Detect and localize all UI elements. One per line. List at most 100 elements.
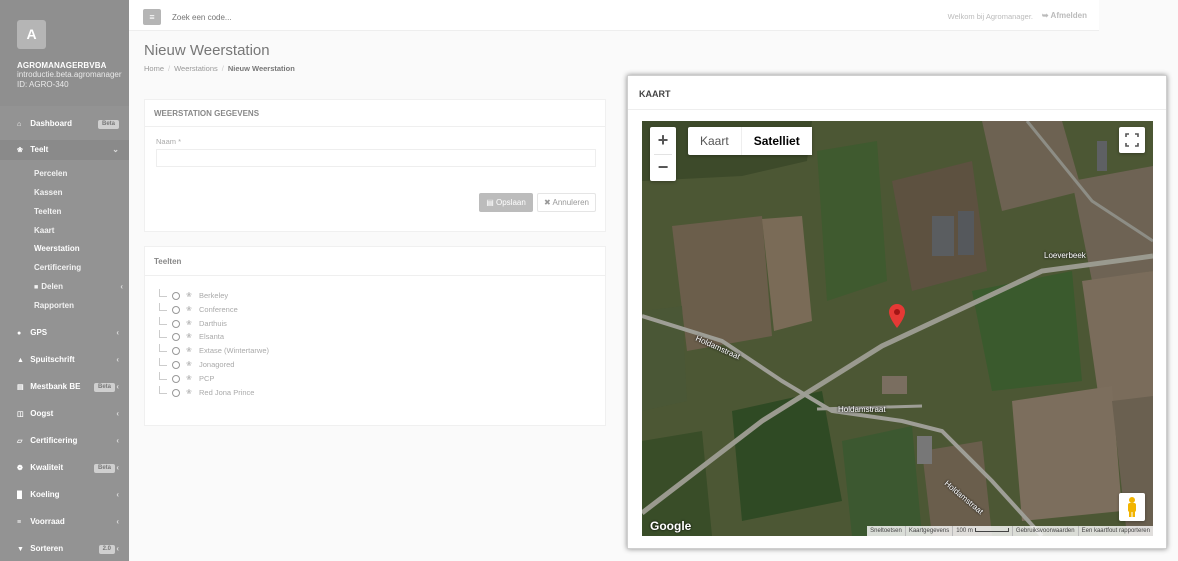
sidebar-item-label: Mestbank BE bbox=[30, 382, 81, 391]
report-error-link[interactable]: Een kaartfout rapporteren bbox=[1077, 526, 1153, 536]
sidebar-item-certificering[interactable]: ▱ Certificering ‹ bbox=[0, 431, 129, 451]
sidebar-subitem-percelen[interactable]: Percelen bbox=[0, 164, 129, 183]
radio-button[interactable] bbox=[172, 305, 180, 314]
save-button[interactable]: ▤ Opslaan bbox=[479, 193, 533, 212]
radio-button[interactable] bbox=[172, 333, 180, 342]
sidebar-subitem-weerstation[interactable]: Weerstation bbox=[0, 239, 129, 258]
sidebar: A AGROMANAGERBVBA introductie.beta.agrom… bbox=[0, 0, 129, 561]
list-icon: ≡ bbox=[17, 519, 22, 526]
filter-icon: ▼ bbox=[17, 546, 24, 553]
cancel-button[interactable]: ✖ Annuleren bbox=[537, 193, 596, 212]
basket-icon: ◫ bbox=[17, 411, 24, 418]
breadcrumb: Home / Weerstations / Nieuw Weerstation bbox=[144, 64, 295, 73]
save-icon: ▤ bbox=[486, 198, 494, 207]
fullscreen-button[interactable] bbox=[1119, 127, 1145, 153]
chevron-left-icon: ‹ bbox=[120, 282, 123, 291]
map-attribution: Sneltoetsen Kaartgegevens 100 m Gebruiks… bbox=[867, 526, 1153, 536]
sidebar-item-label: Oogst bbox=[30, 409, 54, 418]
scale-bar[interactable]: 100 m bbox=[952, 526, 1012, 536]
map-type-satelliet-button[interactable]: Satelliet bbox=[740, 127, 812, 155]
search-input[interactable] bbox=[172, 13, 372, 22]
sidebar-item-sorteren[interactable]: ▼ Sorteren 2.0 ‹ bbox=[0, 539, 129, 559]
zoom-control: + − bbox=[650, 127, 676, 181]
leaf-icon: ❀ bbox=[186, 319, 192, 327]
version-badge: 2.0 bbox=[98, 545, 115, 554]
breadcrumb-weerstations[interactable]: Weerstations bbox=[174, 64, 218, 73]
logout-link[interactable]: ➥ Afmelden bbox=[1042, 11, 1087, 20]
terms-link[interactable]: Gebruiksvoorwaarden bbox=[1011, 526, 1078, 536]
keyboard-shortcuts-link[interactable]: Sneltoetsen bbox=[867, 526, 905, 536]
kaart-panel: KAART Holdamstraat Holdamstraat Holdamst… bbox=[627, 75, 1167, 549]
name-field[interactable] bbox=[156, 149, 596, 167]
sidebar-item-label: Spuitschrift bbox=[30, 355, 75, 364]
pegman-icon bbox=[1128, 497, 1136, 517]
map-marker-icon[interactable] bbox=[889, 304, 905, 328]
radio-button[interactable] bbox=[172, 292, 180, 300]
map-marker-icon: ● bbox=[17, 330, 22, 337]
radio-button[interactable] bbox=[172, 360, 180, 369]
sidebar-subitem-rapporten[interactable]: Rapporten bbox=[0, 296, 129, 315]
map-data-link[interactable]: Kaartgegevens bbox=[904, 526, 952, 536]
logout-label: Afmelden bbox=[1050, 11, 1087, 20]
menu-toggle-icon[interactable]: ≡ bbox=[143, 9, 161, 25]
chevron-left-icon: ‹ bbox=[116, 517, 119, 526]
sidebar-subitem-certificering[interactable]: Certificering bbox=[0, 258, 129, 277]
leaf-icon: ❀ bbox=[186, 360, 192, 368]
home-icon: ⌂ bbox=[17, 121, 22, 128]
panel-title: WEERSTATION GEGEVENS bbox=[154, 109, 260, 118]
radio-button[interactable] bbox=[172, 319, 180, 328]
zoom-out-button[interactable]: − bbox=[650, 154, 676, 181]
road-label: Holdamstraat bbox=[838, 405, 886, 414]
sidebar-item-label: Dashboard bbox=[30, 119, 73, 128]
sidebar-item-mestbank[interactable]: ▤ Mestbank BE Beta ‹ bbox=[0, 377, 129, 397]
breadcrumb-home[interactable]: Home bbox=[144, 64, 164, 73]
sidebar-subitem-kassen[interactable]: Kassen bbox=[0, 183, 129, 202]
chevron-left-icon: ‹ bbox=[116, 490, 119, 499]
sidebar-item-gps[interactable]: ● GPS ‹ bbox=[0, 323, 129, 343]
leaf-icon: ❀ bbox=[186, 292, 192, 299]
name-label: Naam * bbox=[156, 137, 182, 146]
leaf-icon: ❀ bbox=[186, 388, 192, 396]
chevron-left-icon: ‹ bbox=[116, 463, 119, 472]
avatar[interactable]: A bbox=[17, 20, 46, 49]
map-type-kaart-button[interactable]: Kaart bbox=[688, 127, 741, 155]
chevron-left-icon: ‹ bbox=[116, 328, 119, 337]
company-name: AGROMANAGERBVBA bbox=[17, 61, 107, 70]
satellite-map[interactable]: Holdamstraat Holdamstraat Holdamstraat L… bbox=[642, 121, 1153, 536]
chevron-left-icon: ‹ bbox=[116, 355, 119, 364]
chevron-left-icon: ‹ bbox=[116, 544, 119, 553]
thermometer-icon: █ bbox=[17, 492, 22, 499]
leaf-icon: ❀ bbox=[17, 147, 23, 154]
road-label: Loeverbeek bbox=[1044, 251, 1086, 260]
beta-badge: Beta bbox=[93, 464, 115, 473]
sidebar-item-oogst[interactable]: ◫ Oogst ‹ bbox=[0, 404, 129, 424]
sidebar-item-voorraad[interactable]: ≡ Voorraad ‹ bbox=[0, 512, 129, 532]
sidebar-item-label: GPS bbox=[30, 328, 48, 337]
sidebar-subitem-delen[interactable]: ■ Delen ‹ bbox=[0, 277, 129, 296]
sidebar-item-label: Koeling bbox=[30, 490, 60, 499]
sidebar-subitem-kaart[interactable]: Kaart bbox=[0, 221, 129, 240]
sidebar-item-teelt[interactable]: ❀ Teelt ⌄ bbox=[0, 140, 129, 160]
radio-button[interactable] bbox=[172, 388, 180, 397]
sidebar-item-label: Kwaliteit bbox=[30, 463, 64, 472]
leaf-icon: ❀ bbox=[186, 333, 192, 341]
sidebar-item-label: Teelt bbox=[30, 145, 49, 154]
sidebar-header: A AGROMANAGERBVBA introductie.beta.agrom… bbox=[0, 0, 129, 106]
zoom-in-button[interactable]: + bbox=[650, 127, 676, 154]
breadcrumb-current: Nieuw Weerstation bbox=[227, 64, 295, 73]
leaf-icon: ❀ bbox=[186, 347, 192, 355]
satellite-imagery bbox=[642, 121, 1153, 536]
sidebar-item-kwaliteit[interactable]: ❁ Kwaliteit Beta ‹ bbox=[0, 458, 129, 478]
radio-button[interactable] bbox=[172, 374, 180, 383]
beta-badge: Beta bbox=[93, 383, 115, 392]
street-view-button[interactable] bbox=[1119, 493, 1145, 521]
company-id: ID: AGRO-340 bbox=[17, 80, 69, 89]
sidebar-item-koeling[interactable]: █ Koeling ‹ bbox=[0, 485, 129, 505]
sidebar-item-spuitschrift[interactable]: ▲ Spuitschrift ‹ bbox=[0, 350, 129, 370]
sidebar-subitem-teelten[interactable]: Teelten bbox=[0, 202, 129, 221]
teelten-panel: Teelten ❀ Berkeley ❀ Conference ❀ Darthuis … bbox=[144, 246, 606, 426]
leaf-icon: ❀ bbox=[186, 374, 192, 382]
radio-button[interactable] bbox=[172, 347, 180, 356]
sidebar-item-dashboard[interactable]: ⌂ Dashboard Beta bbox=[0, 114, 129, 134]
chevron-down-icon: ⌄ bbox=[112, 145, 119, 154]
